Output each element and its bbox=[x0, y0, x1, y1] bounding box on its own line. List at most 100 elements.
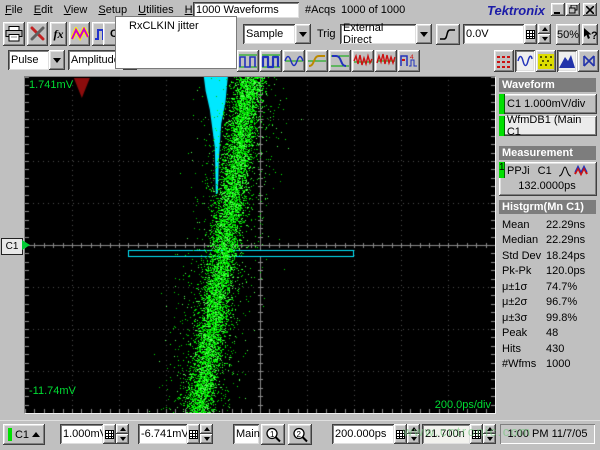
measurement-class-combo[interactable]: Pulse bbox=[8, 50, 65, 70]
graticule-canvas[interactable] bbox=[25, 77, 495, 413]
persistence-display-button[interactable] bbox=[536, 50, 556, 72]
neg-width-meas-button[interactable] bbox=[260, 50, 282, 72]
spinner-down-icon[interactable] bbox=[483, 434, 496, 444]
timebase-label: 200.0ps/div bbox=[435, 399, 491, 411]
keypad-icon bbox=[472, 430, 481, 439]
set-fifty-percent-button[interactable]: 50% bbox=[556, 24, 580, 45]
graticule-area: 1.741mV -11.74mV 200.0ps/div bbox=[24, 76, 496, 414]
chevron-up-icon bbox=[32, 432, 40, 437]
noisy-waveform-icon bbox=[353, 52, 373, 70]
tooltip-rxclkin-jitter: RxCLKIN jitter bbox=[115, 16, 237, 69]
setup-tools-button[interactable] bbox=[27, 22, 48, 46]
keypad-button[interactable] bbox=[524, 24, 537, 44]
math-fx-button[interactable]: fx bbox=[50, 22, 67, 46]
cycle-meas-button[interactable] bbox=[375, 50, 397, 72]
print-button[interactable] bbox=[3, 22, 25, 46]
measurement-type-value: Amplitude bbox=[71, 54, 120, 66]
menu-edit[interactable]: Edit bbox=[34, 4, 53, 16]
tektronix-logo: Tektronix bbox=[487, 3, 545, 18]
eye-mask-button[interactable] bbox=[578, 50, 599, 72]
keypad-button[interactable] bbox=[187, 424, 200, 444]
period-meas-button[interactable] bbox=[283, 50, 305, 72]
bell-curve-icon bbox=[558, 165, 572, 177]
minimize-icon bbox=[554, 6, 562, 14]
close-button[interactable] bbox=[583, 3, 597, 16]
keypad-button[interactable] bbox=[103, 424, 116, 444]
stat-row: Peak48 bbox=[497, 326, 600, 342]
waveform-button[interactable] bbox=[69, 22, 90, 46]
stat-row: μ±3σ99.8% bbox=[497, 310, 600, 326]
spinner-up-icon[interactable] bbox=[483, 424, 496, 434]
menu-view[interactable]: View bbox=[64, 4, 88, 16]
acquisition-mode-value: Sample bbox=[246, 28, 283, 40]
histogram-icon bbox=[558, 53, 576, 69]
waveform-section-header: Waveform bbox=[499, 78, 596, 92]
vertical-scale-input[interactable]: 1.000mV/ bbox=[60, 424, 103, 444]
pulse-timing-icon: 4 bbox=[399, 52, 419, 70]
svg-text:4: 4 bbox=[410, 54, 414, 61]
trigger-source-value: External Direct bbox=[343, 22, 413, 46]
spinner-down-icon[interactable] bbox=[200, 434, 213, 444]
horizontal-scale-input[interactable]: 200.000ps bbox=[332, 424, 394, 444]
mini-waveform-icon bbox=[574, 165, 588, 177]
spinner-up-icon[interactable] bbox=[407, 424, 420, 434]
acqs-label: #Acqs bbox=[305, 4, 336, 16]
restore-button[interactable] bbox=[566, 3, 580, 16]
fall-time-meas-button[interactable] bbox=[329, 50, 351, 72]
spinner-down-icon[interactable] bbox=[116, 434, 129, 444]
channel-color-bar bbox=[499, 94, 505, 114]
vertical-scale-stepper bbox=[116, 424, 129, 444]
menu-utilities[interactable]: Utilities bbox=[138, 4, 173, 16]
rounded-wave-icon bbox=[261, 52, 281, 70]
spinner-down-icon[interactable] bbox=[538, 34, 551, 44]
burst-meas-button[interactable] bbox=[352, 50, 374, 72]
spinner-up-icon[interactable] bbox=[200, 424, 213, 434]
channel-marker[interactable]: C1 bbox=[1, 238, 23, 255]
keypad-icon bbox=[189, 430, 198, 439]
stat-row: #Wfms1000 bbox=[497, 357, 600, 373]
context-help-button[interactable]: ? bbox=[582, 24, 598, 45]
vertical-offset-input[interactable]: -6.741mV bbox=[138, 424, 187, 444]
tools-icon bbox=[29, 26, 46, 42]
menu-file[interactable]: File bbox=[5, 4, 23, 16]
menu-setup[interactable]: Setup bbox=[98, 4, 127, 16]
trigger-source-combo[interactable]: External Direct bbox=[340, 24, 432, 44]
histogram-display-button[interactable] bbox=[557, 50, 577, 72]
dashed-rows-icon bbox=[496, 53, 512, 69]
vector-display-button[interactable] bbox=[515, 50, 535, 72]
zoom-1-button[interactable]: 1 bbox=[261, 424, 285, 445]
spinner-up-icon[interactable] bbox=[538, 24, 551, 34]
zoom-2-button[interactable]: 2 bbox=[288, 424, 312, 445]
channel-color-bar bbox=[499, 116, 505, 136]
waveform-wfmdb1-button[interactable]: WfmDB1 (Main C1 bbox=[499, 116, 597, 136]
waveform-c1-button[interactable]: C1 1.000mV/div bbox=[499, 94, 597, 114]
histogram-section-header: Histgrm(Mn C1) bbox=[499, 200, 596, 214]
chevron-down-icon[interactable] bbox=[295, 24, 311, 44]
keypad-icon bbox=[105, 430, 114, 439]
timing-meas-button[interactable]: 4 bbox=[398, 50, 420, 72]
measurement-index: 1 bbox=[499, 162, 505, 178]
acquisition-mode-combo[interactable]: Sample bbox=[243, 24, 311, 44]
measurement-ppji-button[interactable]: 1 PPJi C1 132.0000ps bbox=[499, 162, 597, 196]
horizontal-delay-input[interactable]: 21.700n bbox=[422, 424, 470, 444]
keypad-button[interactable] bbox=[470, 424, 483, 444]
dots-display-button[interactable] bbox=[494, 50, 514, 72]
spinner-up-icon[interactable] bbox=[116, 424, 129, 434]
measurement-section-header: Measurement bbox=[499, 146, 596, 160]
fx-icon: fx bbox=[54, 27, 64, 42]
spinner-down-icon[interactable] bbox=[407, 434, 420, 444]
acqs-value: 1000 of 1000 bbox=[341, 4, 405, 16]
horizontal-mode-display[interactable]: Main bbox=[233, 424, 259, 444]
trigger-slope-button[interactable] bbox=[436, 24, 460, 45]
horizontal-scale-stepper bbox=[407, 424, 420, 444]
chevron-down-icon[interactable] bbox=[416, 24, 432, 44]
trigger-level-input[interactable]: 0.0V bbox=[463, 24, 524, 44]
rise-time-meas-button[interactable] bbox=[306, 50, 328, 72]
zigzag-waveform-icon bbox=[71, 27, 89, 42]
pos-width-meas-button[interactable] bbox=[237, 50, 259, 72]
minimize-button[interactable] bbox=[551, 3, 565, 16]
keypad-button[interactable] bbox=[394, 424, 407, 444]
stat-row: Mean22.29ns bbox=[497, 217, 600, 233]
channel-select-dropdown[interactable]: C1 bbox=[3, 424, 45, 445]
chevron-down-icon[interactable] bbox=[49, 50, 65, 70]
